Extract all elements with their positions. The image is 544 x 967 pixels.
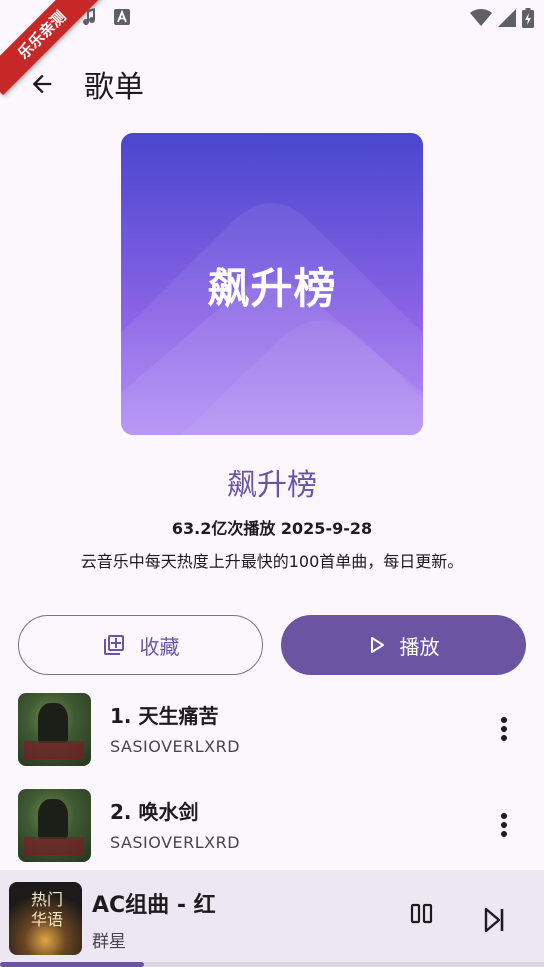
playlist-cover: 飙升榜 bbox=[121, 133, 423, 435]
arrow-back-icon bbox=[32, 74, 52, 94]
top-app-bar: 歌单 bbox=[0, 56, 544, 112]
status-system-icons bbox=[470, 8, 534, 28]
music-note-icon bbox=[83, 8, 96, 26]
more-options-button[interactable] bbox=[492, 805, 516, 845]
play-label: 播放 bbox=[399, 634, 440, 659]
favorite-button[interactable]: 收藏 bbox=[18, 615, 263, 675]
status-bar: 乐乐亲测 bbox=[0, 0, 544, 96]
playlist-description: 云音乐中每天热度上升最快的100首单曲，每日更新。 bbox=[80, 552, 464, 571]
signal-icon bbox=[498, 9, 516, 27]
wifi-icon bbox=[470, 9, 492, 26]
more-options-button[interactable] bbox=[492, 709, 516, 749]
now-playing-cover-text: 热门 华语 bbox=[31, 890, 64, 929]
song-row[interactable]: 2. 唤水剑 SASIOVERLXRD bbox=[0, 781, 544, 869]
skip-next-icon bbox=[484, 907, 504, 933]
song-title: 1. 天生痛苦 bbox=[110, 704, 219, 728]
favorite-label: 收藏 bbox=[139, 634, 180, 659]
playback-progress-fill bbox=[0, 962, 145, 967]
skip-next-button[interactable] bbox=[482, 906, 514, 938]
more-vert-icon bbox=[501, 717, 507, 741]
more-vert-icon bbox=[501, 813, 507, 837]
back-button[interactable] bbox=[14, 56, 70, 112]
cover-title: 飙升榜 bbox=[207, 264, 337, 313]
song-row[interactable]: 1. 天生痛苦 SASIOVERLXRD bbox=[0, 685, 544, 773]
playlist-stats: 63.2亿次播放 2025-9-28 bbox=[171, 519, 373, 538]
play-icon bbox=[370, 637, 384, 653]
play-all-button[interactable]: 播放 bbox=[281, 615, 526, 675]
page-title: 歌单 bbox=[84, 70, 144, 105]
song-artist: SASIOVERLXRD bbox=[110, 833, 241, 852]
song-cover-image bbox=[18, 789, 91, 862]
library-add-icon bbox=[103, 635, 124, 655]
now-playing-cover: 热门 华语 bbox=[9, 882, 82, 955]
song-artist: SASIOVERLXRD bbox=[110, 737, 241, 756]
text-a-icon bbox=[114, 9, 130, 25]
song-cover-image bbox=[18, 693, 91, 766]
song-title: 2. 唤水剑 bbox=[110, 800, 199, 824]
status-notification-icons bbox=[82, 8, 130, 26]
pause-icon bbox=[410, 903, 433, 924]
playback-progress-bar[interactable] bbox=[0, 962, 544, 967]
pause-button[interactable] bbox=[410, 902, 442, 934]
battery-charging-icon bbox=[522, 8, 534, 28]
now-playing-title: AC组曲 - 红 bbox=[92, 893, 216, 918]
playlist-name: 飙升榜 bbox=[227, 468, 317, 503]
now-playing-artist: 群星 bbox=[92, 932, 126, 952]
mini-player[interactable]: 热门 华语 AC组曲 - 红 群星 bbox=[0, 870, 544, 967]
